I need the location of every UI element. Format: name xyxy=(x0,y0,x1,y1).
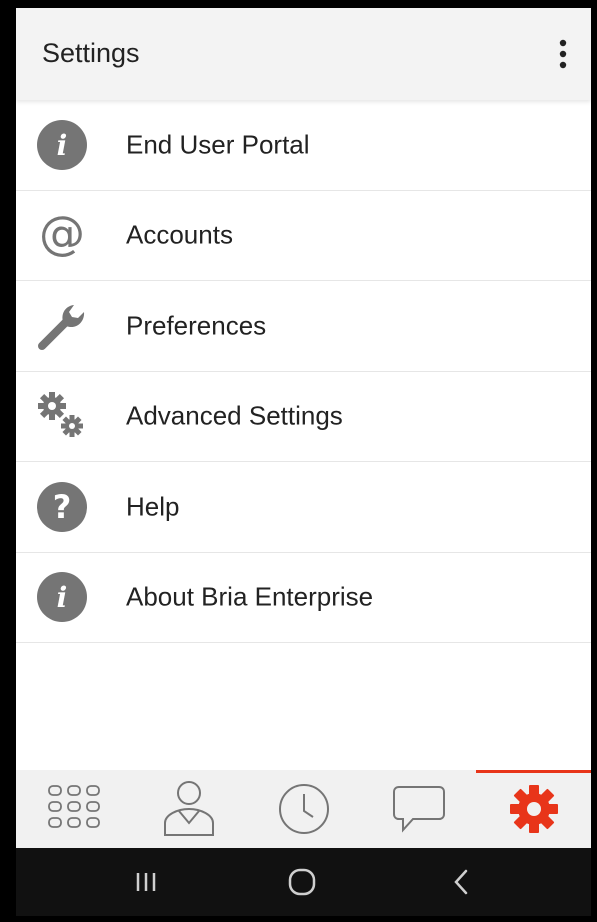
device-frame: Settings i End User Portal @ Accounts Pr… xyxy=(0,0,597,922)
tab-settings[interactable] xyxy=(476,770,591,848)
person-icon xyxy=(163,781,214,836)
back-button[interactable] xyxy=(432,862,492,902)
settings-item-preferences[interactable]: Preferences xyxy=(16,281,591,372)
settings-item-label: Preferences xyxy=(126,310,267,341)
settings-item-accounts[interactable]: @ Accounts xyxy=(16,191,591,281)
settings-item-label: End User Portal xyxy=(126,129,310,160)
settings-item-advanced-settings[interactable]: Advanced Settings xyxy=(16,372,591,462)
tab-contacts[interactable] xyxy=(131,770,246,848)
svg-text:?: ? xyxy=(53,488,72,526)
overflow-menu-button[interactable] xyxy=(547,34,579,74)
tab-messages[interactable] xyxy=(361,770,476,848)
info-icon: i xyxy=(34,569,90,625)
gear-icon xyxy=(509,785,558,833)
help-icon: ? xyxy=(34,479,90,535)
system-nav-bar xyxy=(16,848,591,916)
recent-apps-icon xyxy=(136,873,156,891)
back-icon xyxy=(454,869,468,895)
chat-bubble-icon xyxy=(392,786,445,833)
more-vert-icon xyxy=(559,39,567,69)
settings-item-label: Help xyxy=(126,491,180,522)
at-icon: @ xyxy=(34,207,90,263)
home-icon xyxy=(288,868,316,896)
recent-apps-button[interactable] xyxy=(116,862,176,902)
info-icon: i xyxy=(34,117,90,173)
app-bar: Settings xyxy=(16,8,591,100)
svg-text:@: @ xyxy=(39,207,85,260)
home-button[interactable] xyxy=(272,862,332,902)
settings-item-help[interactable]: ? Help xyxy=(16,462,591,553)
bottom-tab-bar xyxy=(16,770,591,848)
app-screen: Settings i End User Portal @ Accounts Pr… xyxy=(16,8,591,848)
settings-item-label: Accounts xyxy=(126,219,233,250)
tab-dialpad[interactable] xyxy=(16,770,131,848)
settings-item-label: Advanced Settings xyxy=(126,400,343,431)
svg-text:i: i xyxy=(57,129,68,162)
tab-history[interactable] xyxy=(246,770,361,848)
settings-item-about[interactable]: i About Bria Enterprise xyxy=(16,553,591,643)
wrench-icon xyxy=(34,298,90,354)
gears-icon xyxy=(34,388,90,444)
svg-text:i: i xyxy=(57,581,68,614)
clock-icon xyxy=(278,784,329,834)
page-title: Settings xyxy=(42,38,140,68)
settings-item-end-user-portal[interactable]: i End User Portal xyxy=(16,100,591,191)
dialpad-icon xyxy=(47,785,100,828)
settings-list: i End User Portal @ Accounts Preferences… xyxy=(16,100,591,643)
settings-item-label: About Bria Enterprise xyxy=(126,581,374,612)
